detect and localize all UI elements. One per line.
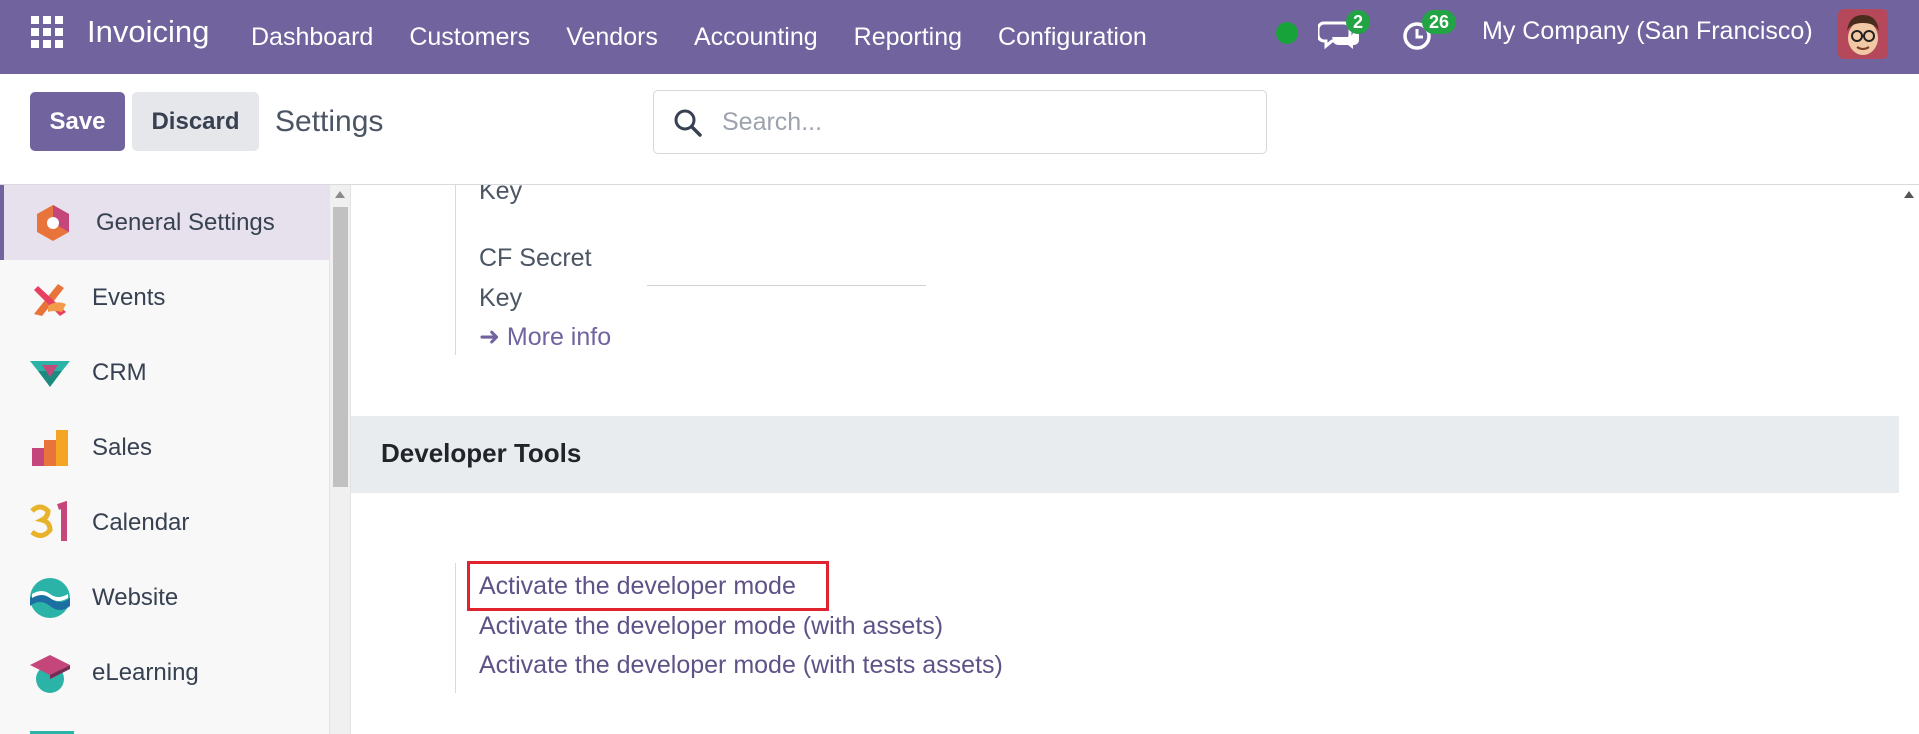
more-info-link[interactable]: ➜ More info — [479, 322, 611, 352]
search-input[interactable] — [722, 103, 1242, 141]
cf-secret-label-line2: Key — [479, 284, 523, 312]
messages-count-badge: 2 — [1346, 10, 1371, 34]
chat-icon[interactable]: 2 — [1316, 10, 1371, 55]
menu-customers[interactable]: Customers — [391, 0, 548, 74]
search-box[interactable] — [653, 90, 1267, 154]
scroll-up-arrow-icon[interactable] — [1904, 191, 1914, 198]
cf-secret-key-field[interactable] — [647, 285, 926, 286]
elearning-icon — [30, 654, 70, 693]
calendar-icon — [30, 500, 67, 541]
user-avatar[interactable] — [1838, 9, 1888, 59]
developer-tools-header: Developer Tools — [351, 416, 1899, 493]
sidebar-item-website[interactable]: Website — [0, 560, 329, 635]
discard-button[interactable]: Discard — [132, 92, 259, 151]
menu-vendors[interactable]: Vendors — [548, 0, 676, 74]
grid-icon[interactable] — [31, 16, 63, 48]
control-panel: Save Discard Settings — [0, 74, 1919, 185]
sidebar-item-general-settings[interactable]: General Settings — [0, 185, 329, 260]
sidebar-item-sales[interactable]: Sales — [0, 410, 329, 485]
crm-icon — [30, 360, 70, 387]
setting-divider — [455, 563, 456, 693]
clock-icon[interactable]: 26 — [1400, 10, 1457, 55]
search-icon — [674, 109, 702, 137]
sidebar-item-label: General Settings — [96, 208, 275, 236]
website-icon — [30, 577, 70, 618]
scroll-up-arrow-icon[interactable] — [335, 191, 345, 198]
company-switcher[interactable]: My Company (San Francisco) — [1482, 17, 1813, 46]
top-navbar: Invoicing Dashboard Customers Vendors Ac… — [0, 0, 1919, 74]
activate-developer-mode-tests-assets-link[interactable]: Activate the developer mode (with tests … — [479, 651, 1003, 680]
section-title: Developer Tools — [381, 438, 582, 468]
sidebar-item-label: Website — [92, 583, 179, 611]
sidebar-item-label: Events — [92, 283, 166, 311]
sidebar-item-label: Calendar — [92, 508, 190, 536]
arrow-right-icon: ➜ — [479, 323, 500, 351]
settings-content: Key CF Secret Key ➜ More info Developer … — [350, 185, 1899, 734]
menu-accounting[interactable]: Accounting — [676, 0, 836, 74]
activate-developer-mode-link[interactable]: Activate the developer mode — [479, 572, 796, 601]
save-button[interactable]: Save — [30, 92, 125, 151]
key-label: Key — [479, 185, 523, 205]
cf-secret-label: CF Secret — [479, 244, 592, 272]
online-status-dot — [1276, 22, 1298, 44]
more-info-label: More info — [506, 323, 612, 351]
sidebar-item-label: CRM — [92, 358, 147, 386]
sidebar-item-events[interactable]: Events — [0, 260, 329, 335]
general-settings-icon — [37, 204, 69, 241]
sidebar-item-crm[interactable]: CRM — [0, 335, 329, 410]
menu-dashboard[interactable]: Dashboard — [233, 0, 391, 74]
sales-icon — [32, 429, 68, 466]
menu-configuration[interactable]: Configuration — [980, 0, 1165, 74]
activate-developer-mode-assets-link[interactable]: Activate the developer mode (with assets… — [479, 612, 943, 641]
sidebar-item-label: Sales — [92, 433, 153, 461]
sidebar-item-calendar[interactable]: Calendar — [0, 485, 329, 560]
app-brand[interactable]: Invoicing — [87, 14, 209, 50]
sidebar-item-label: eLearning — [92, 658, 199, 686]
sidebar-scrollbar[interactable] — [329, 185, 350, 734]
setting-divider — [455, 185, 456, 355]
sidebar-item-elearning[interactable]: eLearning — [0, 635, 329, 710]
main-menu: Dashboard Customers Vendors Accounting R… — [233, 0, 1165, 74]
events-icon — [34, 283, 66, 316]
page-title: Settings — [275, 105, 384, 138]
menu-reporting[interactable]: Reporting — [836, 0, 980, 74]
content-scrollbar[interactable] — [1899, 185, 1919, 734]
activities-count-badge: 26 — [1422, 10, 1457, 34]
settings-sidebar: General Settings Events CRM Sales Calend… — [0, 185, 329, 734]
scrollbar-thumb[interactable] — [333, 207, 348, 487]
